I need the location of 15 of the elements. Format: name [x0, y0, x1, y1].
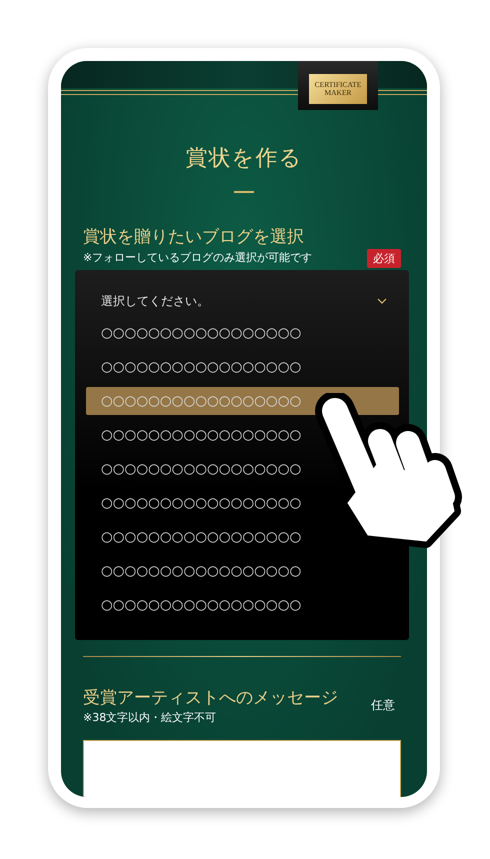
note-text: ※38文字以内・絵文字不可	[83, 710, 218, 726]
dropdown-option[interactable]: ○○○○○○○○○○○○○○○○○	[86, 554, 399, 588]
required-badge: 必須	[367, 248, 401, 268]
section-title: 受賞アーティストへのメッセージ	[83, 686, 338, 710]
optional-label: 任意	[371, 697, 395, 714]
section-title: 賞状を贈りたいブログを選択	[83, 226, 305, 248]
message-field[interactable]	[83, 740, 401, 797]
dropdown-option[interactable]: ○○○○○○○○○○○○○○○○○	[86, 350, 399, 384]
dropdown-placeholder[interactable]: 選択してください。	[101, 289, 209, 313]
dropdown-option[interactable]: ○○○○○○○○○○○○○○○○○	[86, 418, 399, 452]
dropdown-option[interactable]: ○○○○○○○○○○○○○○○○○	[86, 588, 399, 622]
dropdown-option[interactable]: ○○○○○○○○○○○○○○○○○	[86, 316, 399, 350]
chevron-down-icon[interactable]	[377, 298, 387, 304]
page-title: 賞状を作る	[184, 145, 304, 173]
note-text: ※フォローしているブログのみ選択が可能です	[83, 250, 312, 266]
